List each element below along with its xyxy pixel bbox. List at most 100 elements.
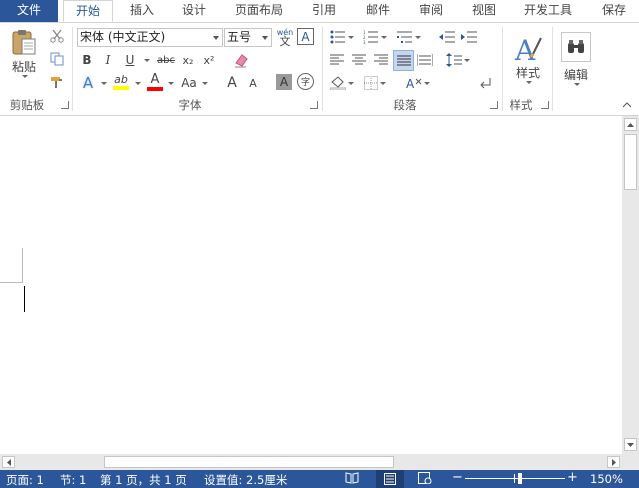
- copy-icon: [50, 52, 64, 66]
- font-group-label: 字体: [178, 98, 202, 112]
- font-size-combo[interactable]: 五号: [224, 28, 272, 47]
- align-left-icon: [330, 54, 344, 65]
- status-section[interactable]: 节: 1: [60, 472, 86, 488]
- tab-review[interactable]: 审阅: [413, 0, 449, 22]
- font-color-glyph: A: [150, 72, 160, 87]
- zoom-slider-track[interactable]: [465, 478, 565, 479]
- bullets-icon: [330, 30, 345, 44]
- ribbon-tab-bar: 文件 开始 插入 设计 页面布局 引用 邮件 审阅 视图 开发工具 保存: [0, 0, 639, 23]
- cut-button[interactable]: [48, 27, 66, 45]
- distributed-icon: [417, 54, 433, 66]
- bullets-button[interactable]: [328, 27, 356, 47]
- group-divider: [72, 27, 73, 111]
- status-page-count[interactable]: 第 1 页，共 1 页: [100, 472, 187, 488]
- scroll-left-button[interactable]: [2, 456, 15, 468]
- chinese-layout-button[interactable]: A: [404, 74, 432, 92]
- web-layout-button[interactable]: [418, 472, 434, 486]
- chevron-down-icon[interactable]: [168, 82, 174, 85]
- shrink-font-button[interactable]: A: [245, 74, 261, 92]
- vertical-scroll-thumb[interactable]: [624, 134, 637, 190]
- enclose-characters-button[interactable]: 字: [297, 73, 314, 90]
- shading-button[interactable]: [328, 74, 356, 92]
- text-effects-button[interactable]: A: [79, 74, 97, 92]
- subscript-button[interactable]: x₂: [180, 51, 196, 69]
- scroll-down-button[interactable]: [624, 438, 637, 451]
- distributed-button[interactable]: [416, 51, 434, 69]
- editing-button-label: 编辑: [563, 68, 588, 82]
- styles-launcher-icon[interactable]: [541, 101, 549, 109]
- numbering-button[interactable]: 123: [361, 27, 389, 47]
- read-mode-button[interactable]: [345, 472, 361, 486]
- tab-view[interactable]: 视图: [466, 0, 502, 22]
- clear-formatting-button[interactable]: [232, 51, 250, 69]
- tab-layout[interactable]: 页面布局: [230, 0, 288, 22]
- multilevel-list-button[interactable]: [394, 27, 424, 47]
- copy-button[interactable]: [48, 50, 66, 68]
- paste-icon: [12, 30, 36, 55]
- status-page[interactable]: 页面: 1: [6, 472, 44, 488]
- vertical-scrollbar[interactable]: [622, 116, 639, 454]
- strikethrough-button[interactable]: abc: [155, 51, 177, 69]
- show-hide-marks-button[interactable]: [477, 74, 495, 92]
- collapse-ribbon-button[interactable]: [620, 100, 634, 110]
- borders-button[interactable]: [361, 74, 389, 92]
- underline-button[interactable]: U: [122, 51, 138, 69]
- editing-button[interactable]: 编辑: [558, 27, 594, 91]
- align-center-button[interactable]: [350, 51, 368, 69]
- decrease-indent-button[interactable]: [437, 27, 457, 47]
- scroll-right-button[interactable]: [607, 456, 620, 468]
- zoom-out-button[interactable]: −: [452, 470, 463, 485]
- tab-references[interactable]: 引用: [306, 0, 342, 22]
- chevron-down-icon[interactable]: [101, 82, 107, 85]
- chevron-down-icon[interactable]: [135, 82, 141, 85]
- grow-font-button[interactable]: A: [224, 74, 240, 92]
- tab-mailings[interactable]: 邮件: [360, 0, 396, 22]
- tab-insert[interactable]: 插入: [124, 0, 160, 22]
- tab-save[interactable]: 保存: [596, 0, 632, 22]
- zoom-level[interactable]: 150%: [590, 472, 623, 486]
- group-divider: [552, 27, 553, 111]
- increase-indent-button[interactable]: [459, 27, 479, 47]
- font-name-combo[interactable]: 宋体 (中文正文): [77, 28, 223, 47]
- align-right-button[interactable]: [372, 51, 390, 69]
- zoom-slider-thumb[interactable]: [518, 473, 522, 484]
- clipboard-launcher-icon[interactable]: [61, 101, 69, 109]
- font-color-button[interactable]: A: [146, 72, 164, 92]
- document-page[interactable]: [0, 142, 622, 454]
- font-size-value: 五号: [227, 30, 252, 44]
- scroll-up-button[interactable]: [624, 118, 637, 131]
- phonetic-guide-button[interactable]: wén 文: [275, 26, 295, 48]
- format-painter-button[interactable]: [48, 73, 66, 91]
- paste-button[interactable]: 粘贴: [8, 27, 40, 79]
- svg-text:A: A: [514, 34, 536, 64]
- increase-indent-icon: [461, 31, 477, 43]
- tab-design[interactable]: 设计: [176, 0, 212, 22]
- styles-button[interactable]: A 样式: [509, 27, 547, 91]
- font-color-swatch: [147, 87, 163, 91]
- align-left-button[interactable]: [328, 51, 346, 69]
- change-case-button[interactable]: Aa: [179, 74, 199, 92]
- decrease-indent-icon: [439, 31, 455, 43]
- status-setting[interactable]: 设置值: 2.5厘米: [204, 472, 287, 488]
- justify-button[interactable]: [393, 50, 414, 71]
- chevron-down-icon[interactable]: [144, 59, 150, 62]
- horizontal-scrollbar[interactable]: [0, 454, 639, 470]
- line-spacing-button[interactable]: [444, 51, 472, 69]
- superscript-button[interactable]: x²: [201, 51, 217, 69]
- arrow-down-icon: [627, 442, 634, 447]
- chevron-down-icon[interactable]: [202, 82, 208, 85]
- paragraph-launcher-icon[interactable]: [490, 101, 498, 109]
- tab-developer[interactable]: 开发工具: [518, 0, 578, 22]
- eraser-icon: [235, 54, 248, 68]
- print-layout-button[interactable]: [376, 470, 404, 488]
- italic-button[interactable]: I: [100, 51, 116, 69]
- zoom-in-button[interactable]: +: [567, 470, 578, 485]
- horizontal-scroll-thumb[interactable]: [104, 456, 394, 468]
- character-shading-button[interactable]: A: [276, 74, 292, 90]
- tab-file[interactable]: 文件: [0, 0, 58, 22]
- font-launcher-icon[interactable]: [310, 101, 318, 109]
- tab-home[interactable]: 开始: [63, 0, 113, 22]
- highlight-button[interactable]: ab: [111, 72, 131, 92]
- bold-button[interactable]: B: [79, 51, 95, 69]
- character-border-button[interactable]: A: [297, 28, 314, 45]
